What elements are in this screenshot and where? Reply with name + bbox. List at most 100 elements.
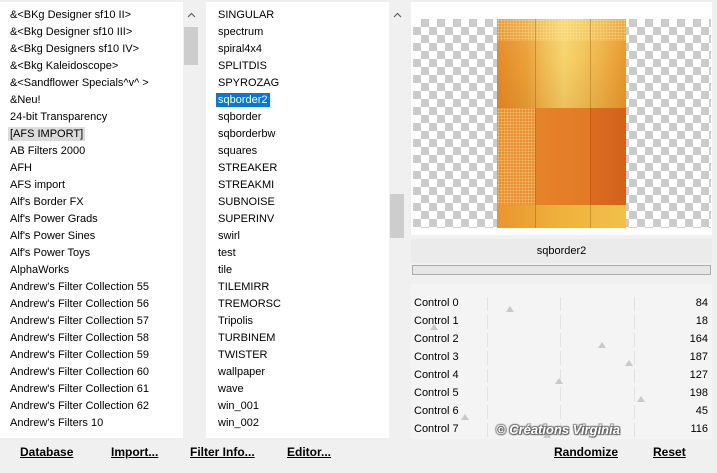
category-item[interactable]: &Neu!: [0, 92, 183, 109]
filter-item[interactable]: TURBINEM: [206, 330, 389, 347]
filter-item[interactable]: STREAKMI: [206, 177, 389, 194]
filter-item[interactable]: tile: [206, 262, 389, 279]
filter-scroll-thumb[interactable]: [390, 194, 404, 238]
control-slider-thumb[interactable]: [624, 360, 633, 366]
filter-item-label: test: [218, 247, 236, 259]
filter-item[interactable]: STREAKER: [206, 160, 389, 177]
category-item[interactable]: 24-bit Transparency: [0, 109, 183, 126]
category-item[interactable]: Andrew's Filter Collection 60: [0, 364, 183, 381]
chevron-up-icon[interactable]: [183, 6, 199, 24]
filter-item[interactable]: sqborder2: [206, 92, 389, 109]
control-row[interactable]: Control 3 187: [411, 349, 712, 367]
category-item[interactable]: Alf's Power Toys: [0, 245, 183, 262]
control-slider-thumb[interactable]: [637, 396, 646, 402]
filter-info-button[interactable]: Filter Info...: [190, 444, 255, 460]
category-list[interactable]: &<BKg Designer sf10 II> &<Bkg Designer sf…: [0, 2, 199, 438]
filter-item[interactable]: SUPERINV: [206, 211, 389, 228]
control-slider-thumb[interactable]: [598, 342, 607, 348]
filter-item[interactable]: SINGULAR: [206, 7, 389, 24]
slider-tick: [634, 333, 635, 347]
category-item-label: Andrew's Filter Collection 56: [10, 298, 150, 310]
filter-item[interactable]: spectrum: [206, 24, 389, 41]
control-slider-thumb[interactable]: [505, 306, 514, 312]
category-item[interactable]: Andrew's Filter Collection 61: [0, 381, 183, 398]
category-item[interactable]: Andrew's Filters 10: [0, 415, 183, 432]
filter-item-label: TILEMIRR: [218, 281, 270, 293]
database-button[interactable]: Database: [20, 444, 73, 460]
filter-item[interactable]: SPYROZAG: [206, 75, 389, 92]
filter-item[interactable]: sqborder: [206, 109, 389, 126]
category-item[interactable]: AB Filters 2000: [0, 143, 183, 160]
slider-tick: [560, 297, 561, 311]
control-row[interactable]: Control 6 45: [411, 403, 712, 421]
filter-item[interactable]: sqborderbw: [206, 126, 389, 143]
category-items: &<BKg Designer sf10 II> &<Bkg Designer sf…: [0, 7, 183, 432]
control-row[interactable]: Control 4 127: [411, 367, 712, 385]
filter-item[interactable]: SUBNOISE: [206, 194, 389, 211]
filter-item[interactable]: swirl: [206, 228, 389, 245]
category-item[interactable]: Andrew's Filter Collection 59: [0, 347, 183, 364]
filter-item[interactable]: wave: [206, 381, 389, 398]
slider-tick: [560, 387, 561, 401]
control-value: 116: [690, 423, 708, 435]
control-row[interactable]: Control 5 198: [411, 385, 712, 403]
filter-item[interactable]: TWISTER: [206, 347, 389, 364]
category-item[interactable]: AlphaWorks: [0, 262, 183, 279]
filter-item[interactable]: win_002: [206, 415, 389, 432]
category-item[interactable]: Andrew's Filter Collection 55: [0, 279, 183, 296]
category-item[interactable]: Andrew's Filter Collection 56: [0, 296, 183, 313]
filter-item[interactable]: SPLITDIS: [206, 58, 389, 75]
preview-image-top-strip: [497, 19, 626, 41]
control-row[interactable]: Control 0 84: [411, 295, 712, 313]
filter-scrollbar[interactable]: [389, 2, 405, 438]
slider-tick: [487, 423, 488, 437]
filter-item[interactable]: Tripolis: [206, 313, 389, 330]
import-button[interactable]: Import...: [111, 444, 158, 460]
category-item[interactable]: &<Bkg Kaleidoscope>: [0, 58, 183, 75]
category-item[interactable]: Andrew's Filter Collection 57: [0, 313, 183, 330]
slider-tick: [560, 405, 561, 419]
category-item[interactable]: Andrew's Filter Collection 62: [0, 398, 183, 415]
slider-tick: [634, 315, 635, 329]
filter-item[interactable]: test: [206, 245, 389, 262]
category-item[interactable]: &<Bkg Designer sf10 III>: [0, 24, 183, 41]
reset-button[interactable]: Reset: [653, 444, 686, 460]
control-row[interactable]: Control 1 18: [411, 313, 712, 331]
category-item-label: Andrew's Filter Collection 60: [10, 366, 150, 378]
filter-item-label: win_002: [218, 417, 259, 429]
filter-item[interactable]: TILEMIRR: [206, 279, 389, 296]
category-item-label: &<Sandflower Specials^v^ >: [10, 77, 149, 89]
randomize-button[interactable]: Randomize: [554, 444, 618, 460]
category-scrollbar[interactable]: [183, 2, 199, 438]
category-item[interactable]: [AFS IMPORT]: [0, 126, 183, 143]
category-item[interactable]: AFS import: [0, 177, 183, 194]
category-item[interactable]: &<Sandflower Specials^v^ >: [0, 75, 183, 92]
category-item[interactable]: &<Bkg Designers sf10 IV>: [0, 41, 183, 58]
filter-list[interactable]: SINGULAR spectrum spiral4x4 SPLITDIS SPYROZA…: [206, 2, 405, 438]
category-item[interactable]: Alf's Border FX: [0, 194, 183, 211]
control-label: Control 2: [414, 333, 459, 345]
control-slider-thumb[interactable]: [555, 378, 564, 384]
control-row[interactable]: Control 2 164: [411, 331, 712, 349]
filter-item[interactable]: wallpaper: [206, 364, 389, 381]
controls-panel: Control 0 84 Control 1 18 Control 2 164 Contro…: [411, 284, 712, 439]
editor-button[interactable]: Editor...: [287, 444, 331, 460]
category-item[interactable]: Alf's Power Sines: [0, 228, 183, 245]
category-item[interactable]: Andrew's Filter Collection 58: [0, 330, 183, 347]
filter-item[interactable]: squares: [206, 143, 389, 160]
category-item-label: Alf's Power Grads: [10, 213, 98, 225]
category-item[interactable]: AFH: [0, 160, 183, 177]
category-item-label: Alf's Power Sines: [10, 230, 96, 242]
category-item-label: AFS import: [10, 179, 66, 191]
category-item[interactable]: Alf's Power Grads: [0, 211, 183, 228]
filter-item[interactable]: TREMORSC: [206, 296, 389, 313]
slider-tick: [634, 423, 635, 437]
control-slider-thumb[interactable]: [460, 414, 469, 420]
filter-item[interactable]: win_001: [206, 398, 389, 415]
filter-item-label: TWISTER: [218, 349, 268, 361]
category-item[interactable]: &<BKg Designer sf10 II>: [0, 7, 183, 24]
filter-item[interactable]: spiral4x4: [206, 41, 389, 58]
slider-tick: [634, 405, 635, 419]
category-scroll-thumb[interactable]: [184, 27, 198, 65]
chevron-up-icon[interactable]: [389, 6, 405, 24]
